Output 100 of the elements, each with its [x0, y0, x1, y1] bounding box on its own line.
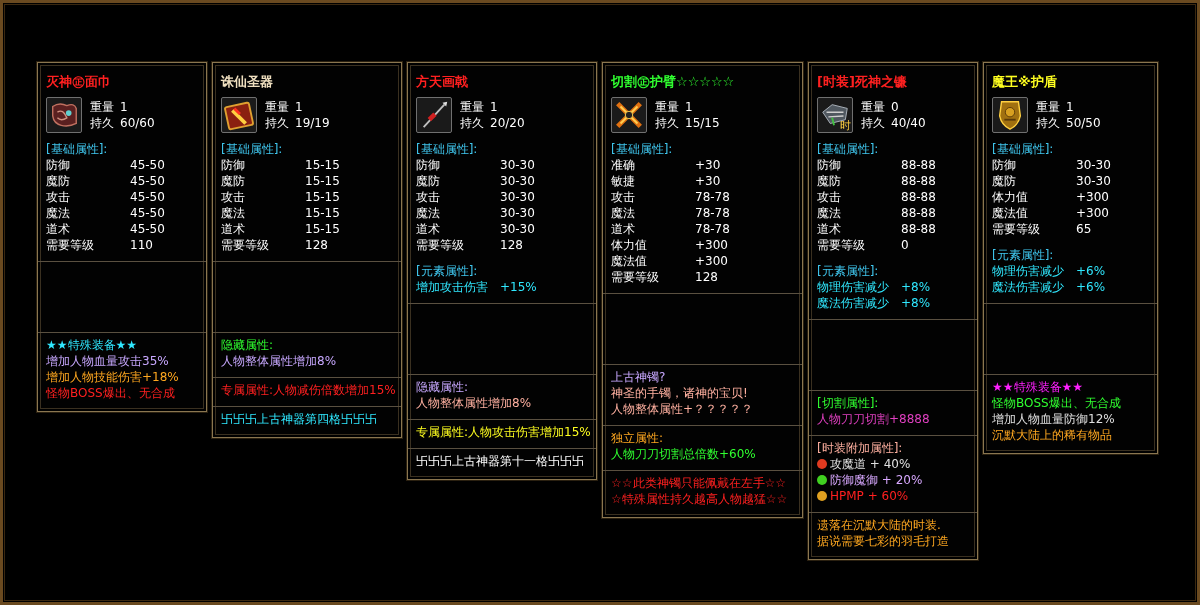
description-line: ☆☆此类神镯只能佩戴在左手☆☆ [611, 475, 787, 491]
stat-value: +300 [1076, 189, 1110, 205]
stat-value: +300 [695, 253, 729, 269]
stat-label: 增加攻击伤害 [416, 279, 489, 295]
stat-label: 道术 [416, 221, 441, 237]
meta-label: 重量 [460, 99, 484, 115]
description-line: 人物刀刀切割总倍数+60% [611, 446, 756, 462]
stat-value: 45-50 [130, 189, 166, 205]
stat-value: 128 [500, 237, 524, 253]
stat-label: 魔法伤害减少 [817, 295, 890, 311]
stat-label: 道术 [817, 221, 842, 237]
stat-label: 需要等级 [611, 269, 660, 285]
meta-value: 20/20 [490, 115, 525, 131]
stat-value: 78-78 [695, 221, 731, 237]
stat-label: 道术 [46, 221, 71, 237]
stat-value: 45-50 [130, 205, 166, 221]
stat-label: 敏捷 [611, 173, 636, 189]
stat-value: 65 [1076, 221, 1093, 237]
stat-value: 15-15 [305, 189, 341, 205]
meta-label: 重量 [90, 99, 114, 115]
stat-label: 防御 [416, 157, 441, 173]
section-header: [基础属性]: [992, 141, 1055, 157]
stat-value: 88-88 [901, 157, 937, 173]
stat-label: 攻击 [221, 189, 246, 205]
meta-label: 持久 [460, 115, 484, 131]
stat-label: 防御 [221, 157, 246, 173]
description-line: 人物整体属性增加8% [221, 353, 337, 369]
description-line: ☆特殊属性持久越高人物越猛☆☆ [611, 491, 788, 507]
stat-label: 防御 [46, 157, 71, 173]
item-name: 诛仙圣器 [219, 73, 274, 91]
stat-label: 魔法 [416, 205, 441, 221]
section-header: [元素属性]: [416, 263, 479, 279]
stat-value: 128 [695, 269, 719, 285]
stat-value: +30 [695, 157, 722, 173]
stat-value: 30-30 [500, 189, 536, 205]
stat-label: 魔法值 [992, 205, 1029, 221]
meta-value: 0 [891, 99, 899, 115]
stat-value: 30-30 [1076, 157, 1112, 173]
stat-label: 道术 [611, 221, 636, 237]
section-header: [基础属性]: [221, 141, 284, 157]
meta-label: 持久 [1036, 115, 1060, 131]
stat-value: +30 [695, 173, 722, 189]
meta-label: 持久 [655, 115, 679, 131]
stat-label: 魔法伤害减少 [992, 279, 1065, 295]
description-line: 隐藏属性: [416, 379, 469, 395]
description-line: 独立属性: [611, 430, 664, 446]
description-line: 遗落在沉默大陆的时装. [817, 517, 941, 533]
stat-label: 攻击 [817, 189, 842, 205]
meta-label: 持久 [265, 115, 289, 131]
section-header: [基础属性]: [46, 141, 109, 157]
description-line: 上古神镯? [611, 369, 666, 385]
description-line: 人物整体属性+？？？？？ [611, 401, 754, 417]
description-line: 神圣的手镯，诸神的宝贝! [611, 385, 748, 401]
stat-label: 需要等级 [992, 221, 1041, 237]
stat-label: 体力值 [992, 189, 1029, 205]
stat-label: 魔法 [221, 205, 246, 221]
stat-label: 攻击 [416, 189, 441, 205]
meta-value: 15/15 [685, 115, 720, 131]
stat-label: 准确 [611, 157, 636, 173]
stat-value: 110 [130, 237, 154, 253]
description-line: 据说需要七彩的羽毛打造 [817, 533, 949, 549]
description-line: 人物整体属性增加8% [416, 395, 532, 411]
stat-value: 88-88 [901, 173, 937, 189]
description-line: 怪物BOSS爆出、无合成 [992, 395, 1121, 411]
stat-label: 道术 [221, 221, 246, 237]
meta-value: 50/50 [1066, 115, 1101, 131]
description-line: 攻魔道 + 40% [830, 456, 911, 472]
stat-label: 需要等级 [221, 237, 270, 253]
stat-value: 45-50 [130, 173, 166, 189]
meta-value: 1 [120, 99, 128, 115]
stat-value: 30-30 [500, 205, 536, 221]
stat-value: 88-88 [901, 205, 937, 221]
stat-label: 魔法 [611, 205, 636, 221]
section-header: [基础属性]: [611, 141, 674, 157]
stat-value: 15-15 [305, 173, 341, 189]
stat-label: 防御 [992, 157, 1017, 173]
stat-value: +300 [695, 237, 729, 253]
description-line: 增加人物血量攻击35% [46, 353, 169, 369]
stat-value: +15% [500, 279, 538, 295]
stat-value: +300 [1076, 205, 1110, 221]
description-line: 增加人物血量防御12% [992, 411, 1115, 427]
stat-label: 物理伤害减少 [992, 263, 1065, 279]
stat-value: 15-15 [305, 157, 341, 173]
item-name: 方天画戟 [415, 73, 469, 91]
stat-label: 魔防 [817, 173, 842, 189]
description-line: 增加人物技能伤害+18% [46, 369, 179, 385]
stat-label: 攻击 [46, 189, 71, 205]
stat-value: +8% [901, 295, 932, 311]
section-header: [基础属性]: [416, 141, 479, 157]
meta-value: 40/40 [891, 115, 926, 131]
meta-value: 1 [490, 99, 498, 115]
description-line: 专属属性:人物攻击伤害增加15% [416, 424, 591, 440]
stat-value: 30-30 [500, 173, 536, 189]
stat-value: 30-30 [500, 221, 536, 237]
item-name: 切割㊣护臂☆☆☆☆☆ [610, 73, 736, 91]
meta-value: 1 [685, 99, 693, 115]
badge-label: 时 [840, 120, 851, 132]
stat-label: 魔法 [817, 205, 842, 221]
stat-value: +6% [1076, 279, 1107, 295]
stat-value: 88-88 [901, 221, 937, 237]
